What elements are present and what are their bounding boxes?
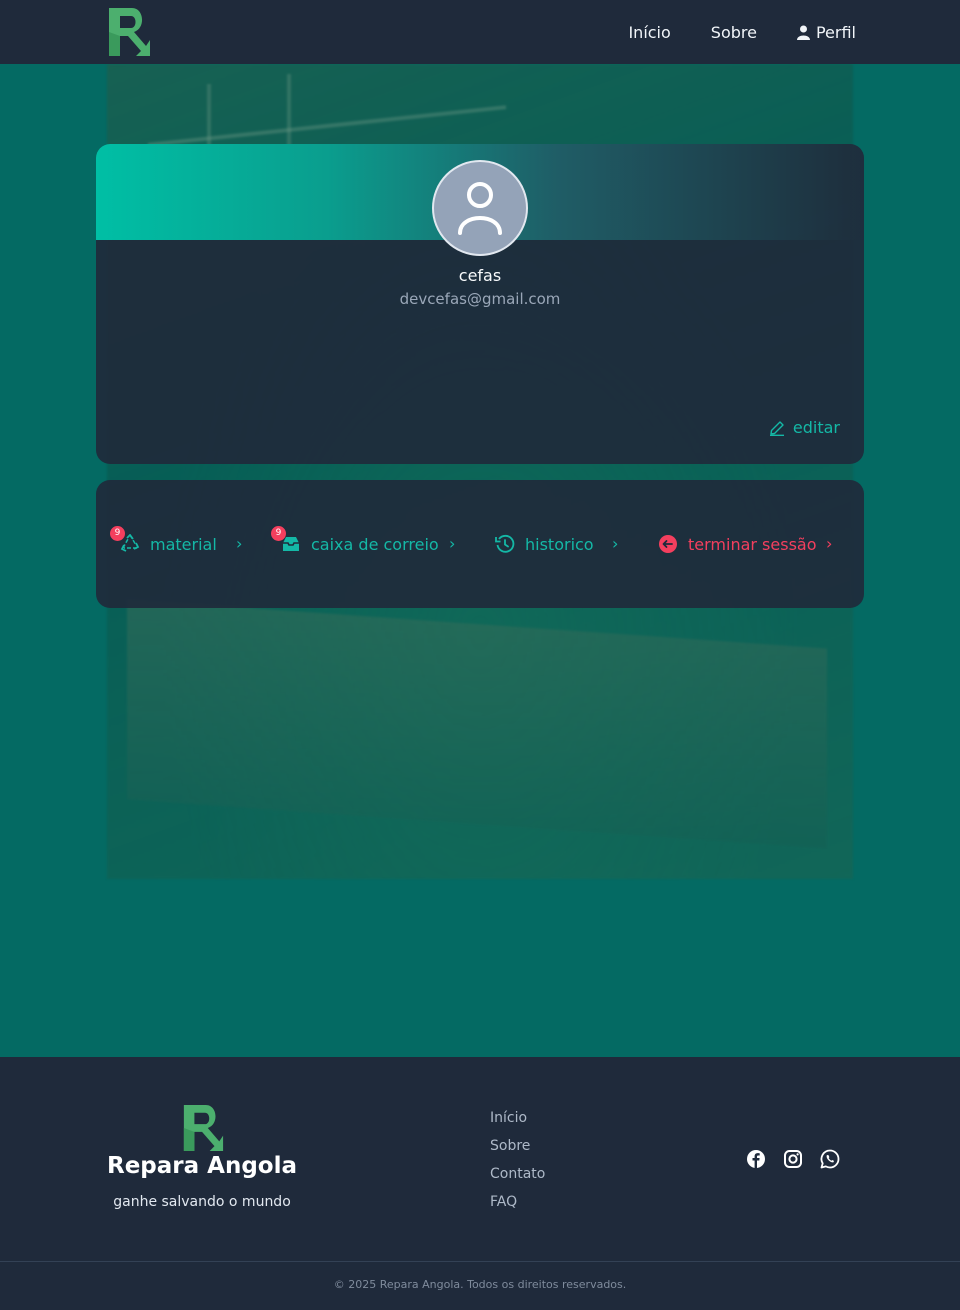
repara-logo-icon[interactable] bbox=[106, 6, 152, 58]
user-icon bbox=[796, 25, 810, 40]
user-avatar-icon bbox=[458, 182, 502, 235]
profile-email: devcefas@gmail.com bbox=[399, 290, 561, 308]
footer-divider bbox=[0, 1261, 960, 1262]
footer-links: Início Sobre Contato FAQ bbox=[490, 1109, 545, 1212]
history-icon bbox=[495, 534, 515, 553]
nav-link-sobre[interactable]: Sobre bbox=[711, 23, 757, 42]
footer-link-sobre[interactable]: Sobre bbox=[490, 1137, 545, 1156]
nav-links: Início Sobre Perfil bbox=[628, 0, 856, 64]
profile-card: cefas devcefas@gmail.com editar bbox=[96, 144, 864, 464]
menu-item-terminar-sessao-label: terminar sessão bbox=[688, 534, 817, 554]
facebook-icon[interactable] bbox=[746, 1149, 766, 1169]
whatsapp-icon[interactable] bbox=[820, 1149, 840, 1169]
chevron-right-icon: › bbox=[236, 534, 243, 553]
material-badge: 9 bbox=[110, 526, 125, 541]
chevron-right-icon: › bbox=[449, 534, 456, 553]
chevron-right-icon: › bbox=[612, 534, 619, 553]
edit-profile-label: editar bbox=[792, 418, 840, 437]
footer-copyright: © 2025 Repara Angola. Todos os direitos … bbox=[333, 1278, 627, 1291]
repara-logo-icon[interactable] bbox=[181, 1103, 225, 1153]
nav-link-perfil-label: Perfil bbox=[815, 22, 856, 42]
nav-link-perfil[interactable]: Perfil bbox=[796, 22, 856, 42]
menu-item-terminar-sessao[interactable]: terminar sessão bbox=[658, 480, 838, 608]
footer-tagline: ganhe salvando o mundo bbox=[113, 1194, 291, 1210]
footer-link-faq[interactable]: FAQ bbox=[490, 1193, 545, 1212]
nav-link-inicio[interactable]: Início bbox=[628, 23, 670, 42]
chevron-right-icon: › bbox=[826, 534, 833, 553]
footer: Repara Angola ganhe salvando o mundo Iní… bbox=[0, 1057, 960, 1310]
menu-item-historico[interactable]: historico bbox=[495, 480, 625, 608]
menu-item-caixa-de-correio-label: caixa de correio bbox=[311, 534, 439, 554]
instagram-icon[interactable] bbox=[783, 1149, 803, 1169]
main-content: cefas devcefas@gmail.com editar 9 materi… bbox=[0, 64, 960, 1057]
edit-profile-button[interactable]: editar bbox=[769, 418, 840, 437]
footer-link-contato[interactable]: Contato bbox=[490, 1165, 545, 1184]
profile-menu-card: 9 material › 9 caixa de correio › histor… bbox=[96, 480, 864, 608]
social-links bbox=[746, 1149, 840, 1169]
footer-brand-name: Repara Angola bbox=[106, 1153, 297, 1179]
logout-icon bbox=[659, 535, 677, 553]
menu-item-historico-label: historico bbox=[525, 534, 594, 554]
menu-item-material[interactable]: 9 material bbox=[110, 480, 250, 608]
menu-item-material-label: material bbox=[150, 534, 217, 554]
profile-username: cefas bbox=[458, 266, 502, 285]
pencil-icon bbox=[769, 420, 784, 436]
top-navbar: Início Sobre Perfil bbox=[0, 0, 960, 64]
caixa-de-correio-badge: 9 bbox=[271, 526, 286, 541]
footer-link-inicio[interactable]: Início bbox=[490, 1109, 545, 1128]
avatar[interactable] bbox=[432, 160, 528, 256]
